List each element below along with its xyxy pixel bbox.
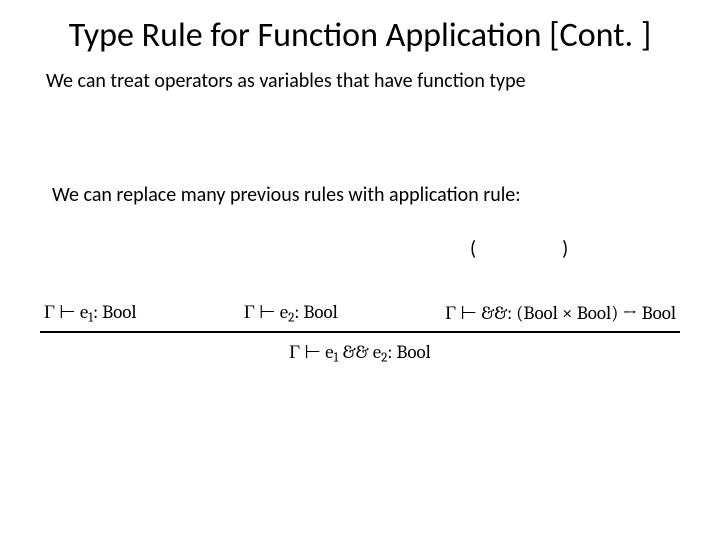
- paren-close: ): [562, 237, 568, 261]
- premise-3: Γ ⊢ &&: (Bool × Bool) → Bool: [445, 302, 676, 325]
- premise-2: Γ ⊢ e2: Bool: [244, 301, 338, 325]
- conclusion: Γ ⊢ e1 && e2: Bool: [40, 333, 680, 365]
- body-text-1: We can treat operators as variables that…: [46, 69, 680, 93]
- paren-open: (: [470, 237, 476, 261]
- body-text-2: We can replace many previous rules with …: [52, 183, 680, 207]
- paren-placeholder: (): [470, 237, 680, 261]
- inference-rule: Γ ⊢ e1: Bool Γ ⊢ e2: Bool Γ ⊢ &&: (Bool …: [40, 301, 680, 366]
- slide: Type Rule for Function Application [Cont…: [0, 0, 720, 540]
- slide-title: Type Rule for Function Application [Cont…: [40, 16, 680, 55]
- premises-row: Γ ⊢ e1: Bool Γ ⊢ e2: Bool Γ ⊢ &&: (Bool …: [40, 301, 680, 331]
- premise-1: Γ ⊢ e1: Bool: [44, 301, 137, 325]
